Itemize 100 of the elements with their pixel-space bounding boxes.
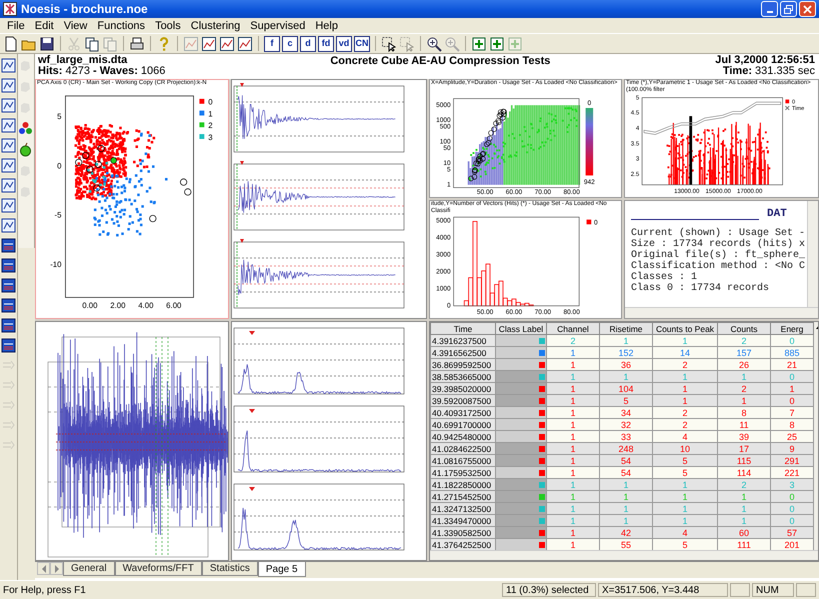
table-cell: 3 xyxy=(770,478,814,490)
table-cell: 54 xyxy=(600,466,652,478)
table-cell: 1 xyxy=(600,334,652,346)
table-cell: 17 xyxy=(718,442,770,454)
table-cell: 115 xyxy=(718,454,770,466)
table-cell: 4.3916562500 xyxy=(430,346,496,358)
table-cell: 8 xyxy=(770,418,814,430)
axis-tick-label: 5 xyxy=(57,112,62,122)
table-cell: 1 xyxy=(546,394,600,406)
table-cell: 885 xyxy=(770,346,814,358)
table-cell: 1 xyxy=(546,358,600,370)
table-cell: 1 xyxy=(546,538,600,550)
table-cell: 10 xyxy=(652,442,718,454)
table-cell: 41.3247132500 xyxy=(430,502,496,514)
table-cell: 1 xyxy=(652,514,718,526)
table-cell: 1 xyxy=(652,490,718,502)
axis-tick-label: 2.00 xyxy=(110,301,126,310)
summary-line: Current (shown) : Usage Set - xyxy=(631,228,806,239)
table-cell: 14 xyxy=(652,346,718,358)
table-cell: 0 xyxy=(770,490,814,502)
table-cell: 0 xyxy=(770,370,814,382)
table-cell: 1 xyxy=(546,526,600,538)
table-cell: 1 xyxy=(600,370,652,382)
cursor-position: X=3517.506, Y=3.448 xyxy=(598,583,728,597)
table-cell: 5 xyxy=(600,394,652,406)
table-cell: 2 xyxy=(718,478,770,490)
table-cell: 0 xyxy=(770,334,814,346)
hits-waves-count: Hits: 4273 - Waves: 1066 xyxy=(38,66,166,77)
table-cell: 221 xyxy=(770,466,814,478)
table-cell: 8 xyxy=(718,406,770,418)
table-cell: 1 xyxy=(546,466,600,478)
table-cell: 55 xyxy=(600,538,652,550)
table-cell: 4 xyxy=(652,526,718,538)
table-cell: 5 xyxy=(652,466,718,478)
table-cell: 2 xyxy=(546,334,600,346)
elapsed-time: Time: 331.335 sec xyxy=(722,66,815,77)
table-cell: 41.3764252500 xyxy=(430,538,496,550)
table-cell: 32 xyxy=(600,418,652,430)
table-cell: 7 xyxy=(770,406,814,418)
table-cell: 1 xyxy=(652,334,718,346)
table-cell: 2 xyxy=(718,382,770,394)
section-heading: DAT xyxy=(767,209,787,220)
table-cell: 1 xyxy=(652,394,718,406)
table-cell: 41.1759532500 xyxy=(430,466,496,478)
table-cell: 1 xyxy=(718,514,770,526)
table-cell: 36 xyxy=(600,358,652,370)
table-cell: 39.3985020000 xyxy=(430,382,496,394)
table-cell: 4 xyxy=(652,430,718,442)
table-cell: 21 xyxy=(770,358,814,370)
table-cell: 40.6991700000 xyxy=(430,418,496,430)
table-cell: 40.9425480000 xyxy=(430,430,496,442)
summary-line: Class 0 : 17734 records xyxy=(631,283,770,294)
table-cell: 1 xyxy=(600,478,652,490)
report-title: Concrete Cube AE-AU Compression Tests xyxy=(330,55,550,67)
table-cell: 41.3390582500 xyxy=(430,526,496,538)
table-cell: 57 xyxy=(770,526,814,538)
table-cell: 40.4093172500 xyxy=(430,406,496,418)
table-cell: 1 xyxy=(600,502,652,514)
table-cell: 5 xyxy=(652,454,718,466)
table-cell: 201 xyxy=(770,538,814,550)
file-name: wf_large_mis.dta xyxy=(38,55,128,66)
legend-label: 2 xyxy=(208,121,213,130)
table-cell: 41.1822850000 xyxy=(430,478,496,490)
table-cell: 41.3349470000 xyxy=(430,514,496,526)
table-cell: 2 xyxy=(652,418,718,430)
table-cell: 1 xyxy=(546,490,600,502)
summary-line: Size : 17734 records (hits) x xyxy=(631,239,806,250)
table-cell: 60 xyxy=(718,526,770,538)
table-cell: 38.5853665000 xyxy=(430,370,496,382)
axis-tick-label: 6.00 xyxy=(166,301,182,310)
table-cell: 39.5920087500 xyxy=(430,394,496,406)
axis-tick-label: -10 xyxy=(50,260,62,269)
table-cell: 25 xyxy=(770,430,814,442)
table-cell: 248 xyxy=(600,442,652,454)
summary-line: Classification method : <No C xyxy=(631,261,806,272)
table-cell: 5 xyxy=(652,538,718,550)
legend-label: 3 xyxy=(208,132,213,142)
table-cell: 1 xyxy=(652,370,718,382)
table-cell: 33 xyxy=(600,430,652,442)
table-cell: 1 xyxy=(546,430,600,442)
table-cell: 2 xyxy=(652,358,718,370)
window-title: Noesis - brochure.noe xyxy=(21,2,149,16)
table-cell: 1 xyxy=(546,370,600,382)
table-cell: 26 xyxy=(718,358,770,370)
table-cell: 1 xyxy=(546,442,600,454)
table-cell: 1 xyxy=(652,382,718,394)
table-cell: 1 xyxy=(718,370,770,382)
table-cell: 4.3916237500 xyxy=(430,334,496,346)
table-cell: 1 xyxy=(718,502,770,514)
axis-tick-label: 4.00 xyxy=(138,301,154,310)
table-cell: 9 xyxy=(770,442,814,454)
table-cell: 111 xyxy=(718,538,770,550)
table-cell: 1 xyxy=(770,382,814,394)
table-cell: 34 xyxy=(600,406,652,418)
table-cell: 104 xyxy=(600,382,652,394)
table-cell: 1 xyxy=(546,406,600,418)
summary-line: Classes : 1 xyxy=(631,272,698,283)
table-cell: 0 xyxy=(770,502,814,514)
table-cell: 2 xyxy=(652,406,718,418)
axis-tick-label: 0 xyxy=(57,161,62,170)
